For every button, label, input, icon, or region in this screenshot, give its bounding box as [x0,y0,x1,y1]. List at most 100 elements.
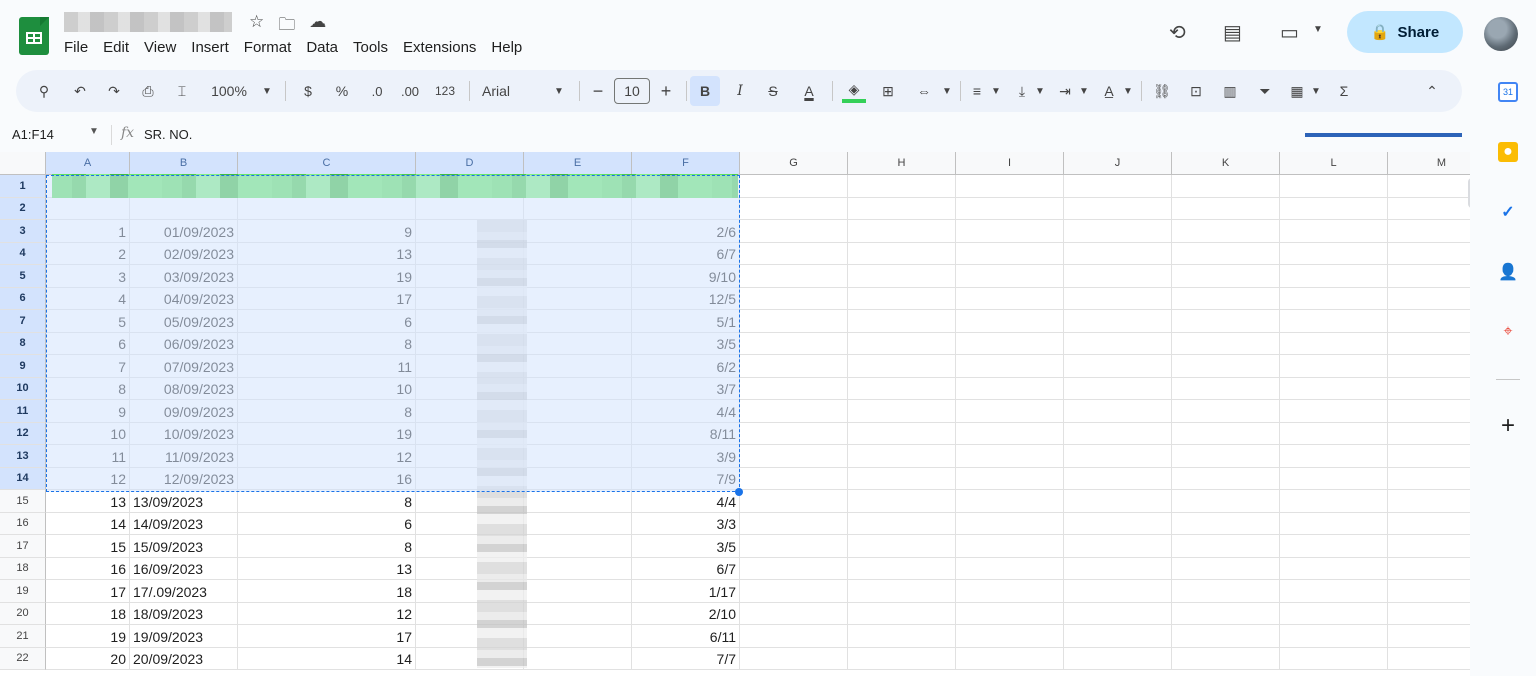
cell-e6[interactable] [524,287,632,310]
cell-c5[interactable]: 19 [238,265,416,288]
filter-views-chevron-icon[interactable]: ▼ [1309,70,1323,112]
cell-g17[interactable] [740,535,848,558]
cell-l12[interactable] [1280,422,1388,445]
zoom-select[interactable]: 100% [204,70,254,112]
cell-h8[interactable] [848,332,956,355]
version-history-icon[interactable]: ⟲ [1169,20,1186,45]
strikethrough-icon[interactable]: S [763,70,783,112]
column-header-l[interactable]: L [1280,152,1388,175]
cell-m17[interactable] [1388,535,1470,558]
cell-i10[interactable] [956,377,1064,400]
cell-k2[interactable] [1172,197,1280,220]
cell-e14[interactable] [524,467,632,490]
formula-input[interactable]: SR. NO. [144,127,192,142]
undo-icon[interactable]: ↶ [70,70,90,112]
cell-j12[interactable] [1064,422,1172,445]
cell-g8[interactable] [740,332,848,355]
add-addon-icon[interactable]: + [1498,412,1518,439]
print-icon[interactable]: ⎙ [138,70,158,112]
cell-f11[interactable]: 4/4 [632,400,740,423]
cell-k11[interactable] [1172,400,1280,423]
row-header[interactable]: 13 [0,445,46,468]
cell-g5[interactable] [740,265,848,288]
cell-c16[interactable]: 6 [238,512,416,535]
row-header[interactable]: 6 [0,287,46,310]
cell-h13[interactable] [848,445,956,468]
cell-j11[interactable] [1064,400,1172,423]
cell-a7[interactable]: 5 [46,310,130,333]
cell-g11[interactable] [740,400,848,423]
cell-c2[interactable] [238,197,416,220]
cell-b6[interactable]: 04/09/2023 [130,287,238,310]
column-header-j[interactable]: J [1064,152,1172,175]
cell-b12[interactable]: 10/09/2023 [130,422,238,445]
row-header[interactable]: 8 [0,332,46,355]
cell-j13[interactable] [1064,445,1172,468]
cell-e13[interactable] [524,445,632,468]
cell-f22[interactable]: 7/7 [632,647,740,670]
cell-m7[interactable] [1388,310,1470,333]
cell-j1[interactable] [1064,175,1172,198]
functions-button[interactable]: Σ [1334,70,1354,112]
zoom-chevron-icon[interactable]: ▼ [260,70,274,112]
cell-f17[interactable]: 3/5 [632,535,740,558]
cell-c17[interactable]: 8 [238,535,416,558]
meet-icon[interactable]: ▭ [1280,20,1299,45]
cell-g19[interactable] [740,580,848,603]
cell-m14[interactable] [1388,468,1470,490]
cell-k15[interactable] [1172,490,1280,513]
percent-format-button[interactable]: % [332,70,352,112]
spreadsheet-grid[interactable]: A B C D E F G H I J K L M 1 2 3 1 01/09/2023 9 2/6 4 2 02/09/2… [0,152,1470,676]
cell-g20[interactable] [740,602,848,625]
cell-h7[interactable] [848,310,956,333]
cell-e8[interactable] [524,332,632,355]
cell-j5[interactable] [1064,265,1172,288]
tasks-icon[interactable]: ✓ [1498,202,1518,222]
cell-i22[interactable] [956,647,1064,670]
cell-k9[interactable] [1172,355,1280,378]
cell-j21[interactable] [1064,625,1172,648]
cell-l4[interactable] [1280,242,1388,265]
cell-b19[interactable]: 17/.09/2023 [130,580,238,603]
cell-i1[interactable] [956,175,1064,198]
redo-icon[interactable]: ↷ [104,70,124,112]
cell-e17[interactable] [524,535,632,558]
cell-a18[interactable]: 16 [46,557,130,580]
cell-h9[interactable] [848,355,956,378]
cell-e2[interactable] [524,197,632,220]
cell-m1[interactable] [1388,175,1470,198]
cell-a19[interactable]: 17 [46,580,130,603]
cell-m2[interactable] [1388,198,1470,220]
keep-icon[interactable]: ● [1498,142,1518,162]
cell-b21[interactable]: 19/09/2023 [130,625,238,648]
valign-chevron-icon[interactable]: ▼ [1033,70,1047,112]
cell-l21[interactable] [1280,625,1388,648]
cell-g16[interactable] [740,512,848,535]
cell-a16[interactable]: 14 [46,512,130,535]
cell-l3[interactable] [1280,220,1388,243]
cell-b16[interactable]: 14/09/2023 [130,512,238,535]
cell-g21[interactable] [740,625,848,648]
cell-h3[interactable] [848,220,956,243]
menu-view[interactable]: View [144,39,176,56]
column-header-g[interactable]: G [740,152,848,175]
cell-k12[interactable] [1172,422,1280,445]
currency-format-button[interactable]: $ [298,70,318,112]
cell-f13[interactable]: 3/9 [632,445,740,468]
cell-a8[interactable]: 6 [46,332,130,355]
row-header[interactable]: 5 [0,265,46,288]
cell-e3[interactable] [524,220,632,243]
name-box[interactable]: A1:F14 [12,127,54,142]
cell-b3[interactable]: 01/09/2023 [130,220,238,243]
text-rotation-icon[interactable]: A̲ [1099,70,1119,112]
cell-g7[interactable] [740,310,848,333]
cell-l19[interactable] [1280,580,1388,603]
cell-g2[interactable] [740,197,848,220]
cell-m8[interactable] [1388,333,1470,355]
cell-g15[interactable] [740,490,848,513]
cell-b9[interactable]: 07/09/2023 [130,355,238,378]
cell-k8[interactable] [1172,332,1280,355]
cell-e5[interactable] [524,265,632,288]
cell-i3[interactable] [956,220,1064,243]
cell-k18[interactable] [1172,557,1280,580]
